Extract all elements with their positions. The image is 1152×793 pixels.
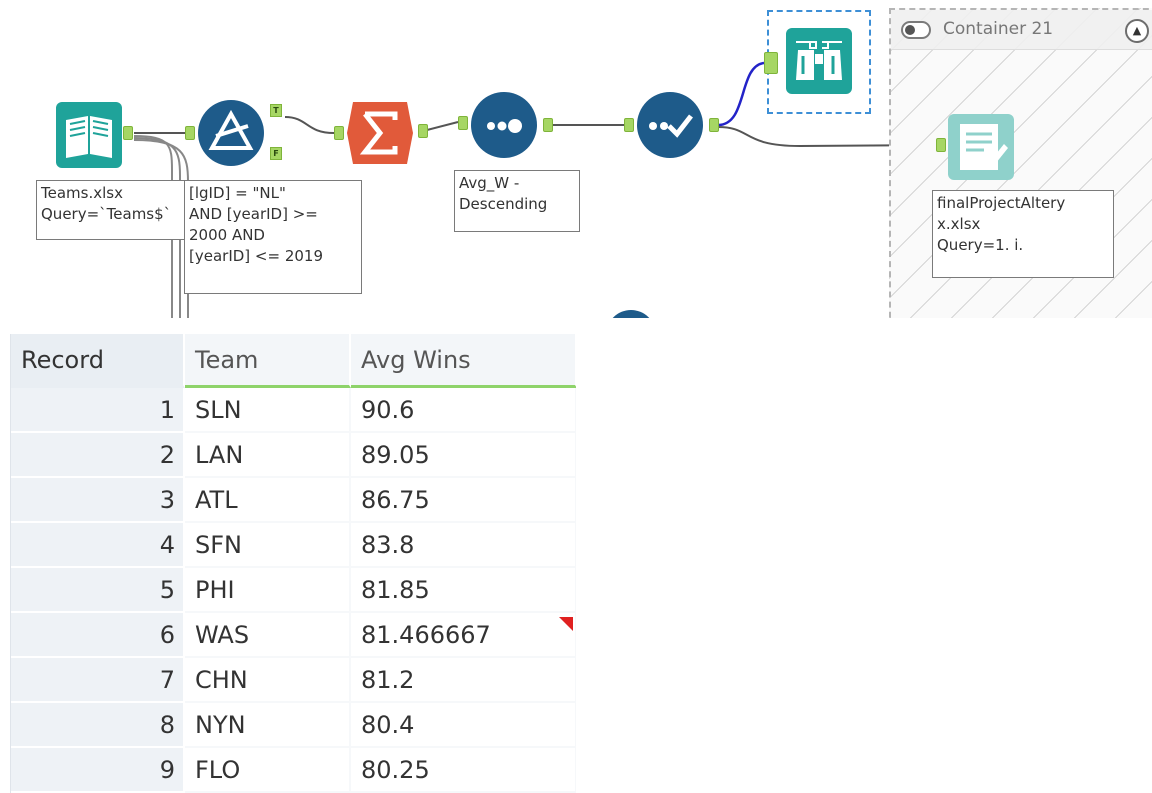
record-cell: 7 bbox=[11, 658, 185, 703]
output-annotation: finalProjectAltery x.xlsx Query=1. i. bbox=[932, 190, 1114, 278]
container-title: Container 21 bbox=[943, 19, 1054, 39]
input-data-tool[interactable] bbox=[56, 102, 122, 168]
avg-wins-cell[interactable]: 86.75 bbox=[351, 478, 576, 523]
results-grid[interactable]: Record Team Avg Wins 1 SLN 90.6 2 LAN 89… bbox=[10, 334, 576, 793]
container-enable-toggle[interactable] bbox=[901, 21, 931, 39]
table-row[interactable]: 6 WAS 81.466667 bbox=[11, 613, 576, 658]
table-row[interactable]: 4 SFN 83.8 bbox=[11, 523, 576, 568]
table-header-row: Record Team Avg Wins bbox=[11, 334, 576, 388]
output-input-anchor[interactable] bbox=[936, 138, 946, 152]
team-cell[interactable]: SFN bbox=[185, 523, 351, 568]
filter-annotation: [lgID] = "NL" AND [yearID] >= 2000 AND [… bbox=[184, 180, 362, 294]
avg-wins-value: 81.466667 bbox=[361, 620, 491, 649]
record-cell: 4 bbox=[11, 523, 185, 568]
avg-wins-cell[interactable]: 83.8 bbox=[351, 523, 576, 568]
select-output-anchor[interactable] bbox=[709, 118, 719, 132]
table-row[interactable]: 3 ATL 86.75 bbox=[11, 478, 576, 523]
sample-input-anchor[interactable] bbox=[458, 116, 468, 130]
output-file-icon bbox=[948, 114, 1014, 180]
results-table: Record Team Avg Wins 1 SLN 90.6 2 LAN 89… bbox=[11, 334, 576, 793]
avg-wins-cell[interactable]: 81.466667 bbox=[351, 613, 576, 658]
filter-false-anchor[interactable]: F bbox=[270, 147, 282, 160]
table-row[interactable]: 5 PHI 81.85 bbox=[11, 568, 576, 613]
team-cell[interactable]: LAN bbox=[185, 433, 351, 478]
record-cell: 1 bbox=[11, 388, 185, 433]
column-header-avg-wins[interactable]: Avg Wins bbox=[351, 334, 576, 388]
sample-output-anchor[interactable] bbox=[543, 118, 553, 132]
table-row[interactable]: 2 LAN 89.05 bbox=[11, 433, 576, 478]
record-cell: 8 bbox=[11, 703, 185, 748]
avg-wins-cell[interactable]: 81.2 bbox=[351, 658, 576, 703]
team-cell[interactable]: ATL bbox=[185, 478, 351, 523]
team-cell[interactable]: CHN bbox=[185, 658, 351, 703]
filter-true-anchor[interactable]: T bbox=[270, 104, 282, 117]
sample-tool[interactable] bbox=[471, 92, 537, 158]
container-header: Container 21 ▲ bbox=[891, 10, 1152, 50]
output-data-tool[interactable] bbox=[948, 114, 1014, 180]
table-row[interactable]: 1 SLN 90.6 bbox=[11, 388, 576, 433]
sort-annotation: Avg_W - Descending bbox=[454, 170, 580, 232]
avg-wins-cell[interactable]: 90.6 bbox=[351, 388, 576, 433]
column-header-team[interactable]: Team bbox=[185, 334, 351, 388]
record-cell: 5 bbox=[11, 568, 185, 613]
filter-input-anchor[interactable] bbox=[185, 126, 195, 140]
select-input-anchor[interactable] bbox=[624, 118, 634, 132]
filter-tool[interactable] bbox=[198, 100, 264, 166]
record-cell: 3 bbox=[11, 478, 185, 523]
avg-wins-cell[interactable]: 80.4 bbox=[351, 703, 576, 748]
team-cell[interactable]: FLO bbox=[185, 748, 351, 793]
summarize-tool[interactable] bbox=[347, 100, 413, 166]
workflow-canvas[interactable]: Teams.xlsx Query=`Teams$` T F [lgID] = "… bbox=[0, 0, 1152, 318]
browse-tool[interactable] bbox=[786, 28, 852, 94]
record-cell: 9 bbox=[11, 748, 185, 793]
record-cell: 2 bbox=[11, 433, 185, 478]
collapse-container-icon[interactable]: ▲ bbox=[1125, 19, 1149, 43]
avg-wins-cell[interactable]: 80.25 bbox=[351, 748, 576, 793]
team-cell[interactable]: PHI bbox=[185, 568, 351, 613]
team-cell[interactable]: SLN bbox=[185, 388, 351, 433]
table-row[interactable]: 9 FLO 80.25 bbox=[11, 748, 576, 793]
avg-wins-cell[interactable]: 81.85 bbox=[351, 568, 576, 613]
input-output-anchor[interactable] bbox=[123, 126, 133, 140]
summarize-input-anchor[interactable] bbox=[334, 126, 344, 140]
binoculars-icon bbox=[786, 28, 852, 94]
input-annotation: Teams.xlsx Query=`Teams$` bbox=[36, 180, 186, 240]
team-cell[interactable]: NYN bbox=[185, 703, 351, 748]
select-tool[interactable] bbox=[637, 92, 703, 158]
record-cell: 6 bbox=[11, 613, 185, 658]
team-cell[interactable]: WAS bbox=[185, 613, 351, 658]
truncation-flag-icon bbox=[559, 617, 573, 631]
column-header-record[interactable]: Record bbox=[11, 334, 185, 388]
table-row[interactable]: 7 CHN 81.2 bbox=[11, 658, 576, 703]
table-row[interactable]: 8 NYN 80.4 bbox=[11, 703, 576, 748]
summarize-output-anchor[interactable] bbox=[418, 124, 428, 138]
avg-wins-cell[interactable]: 89.05 bbox=[351, 433, 576, 478]
browse-input-anchor[interactable] bbox=[764, 52, 778, 74]
